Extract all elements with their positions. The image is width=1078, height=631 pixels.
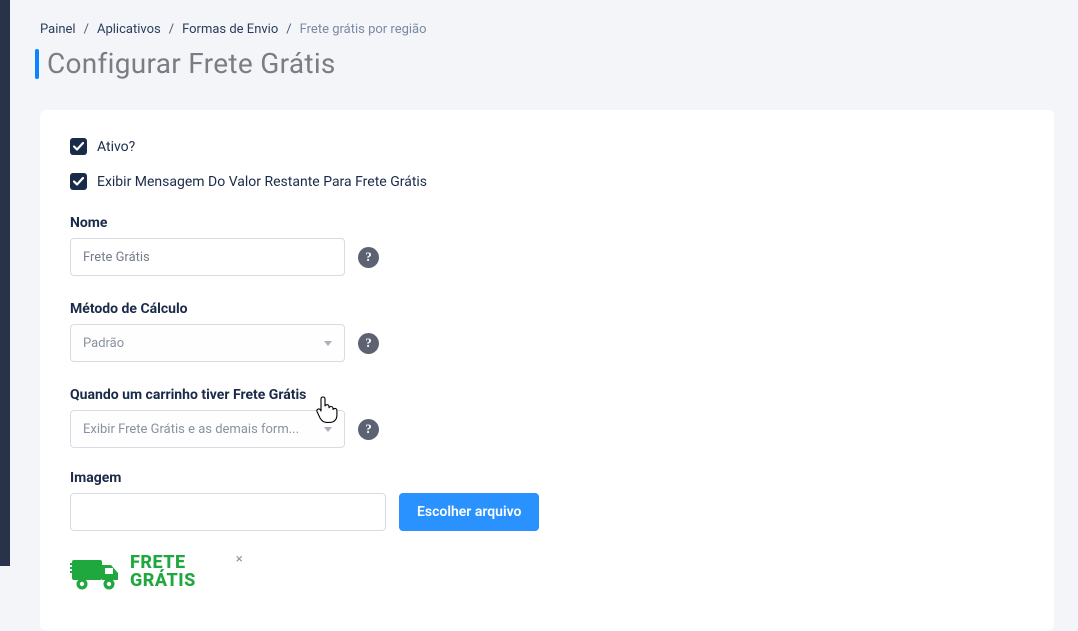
checkbox-active-label: Ativo? (97, 139, 135, 155)
when-cart-select[interactable]: Exibir Frete Grátis e as demais form... (70, 410, 345, 448)
image-label: Imagem (70, 470, 1024, 486)
method-select-value: Padrão (83, 336, 124, 351)
page-title-wrap: Configurar Frete Grátis (0, 47, 1078, 100)
sidebar-strip (0, 0, 10, 566)
when-cart-select-value: Exibir Frete Grátis e as demais form... (83, 422, 299, 437)
page-title-accent (35, 49, 39, 79)
name-label: Nome (70, 215, 1024, 231)
chevron-down-icon (324, 427, 332, 432)
page-title: Configurar Frete Grátis (47, 47, 336, 80)
checkbox-show-message[interactable] (70, 173, 87, 190)
image-input[interactable] (70, 493, 386, 531)
thumbnail-text: FRETE GRÁTIS (130, 554, 196, 590)
image-row: Escolher arquivo (70, 493, 1024, 531)
method-row: Padrão ? (70, 324, 1024, 362)
name-row: ? (70, 238, 1024, 276)
chevron-down-icon (324, 341, 332, 346)
name-input[interactable] (70, 238, 345, 276)
breadcrumb-item[interactable]: Formas de Envio (182, 22, 278, 37)
breadcrumb-item[interactable]: Aplicativos (97, 22, 161, 37)
breadcrumb: Painel / Aplicativos / Formas de Envio /… (0, 0, 1078, 47)
help-icon[interactable]: ? (358, 333, 379, 354)
checkbox-show-message-label: Exibir Mensagem Do Valor Restante Para F… (97, 174, 427, 190)
when-cart-row: Exibir Frete Grátis e as demais form... … (70, 410, 1024, 448)
method-select[interactable]: Padrão (70, 324, 345, 362)
checkbox-show-message-row: Exibir Mensagem Do Valor Restante Para F… (70, 173, 1024, 190)
breadcrumb-item-current: Frete grátis por região (300, 22, 427, 37)
help-icon[interactable]: ? (358, 247, 379, 268)
checkbox-active-row: Ativo? (70, 138, 1024, 155)
image-thumbnail-area: FRETE GRÁTIS × (70, 553, 1024, 591)
breadcrumb-separator: / (286, 22, 291, 37)
breadcrumb-separator: / (84, 22, 89, 37)
breadcrumb-item[interactable]: Painel (40, 22, 76, 37)
checkbox-active[interactable] (70, 138, 87, 155)
choose-file-button[interactable]: Escolher arquivo (399, 493, 539, 531)
image-thumbnail: FRETE GRÁTIS (70, 553, 196, 591)
when-cart-label: Quando um carrinho tiver Frete Grátis (70, 387, 1024, 403)
help-icon[interactable]: ? (358, 419, 379, 440)
method-label: Método de Cálculo (70, 301, 1024, 317)
truck-icon (70, 553, 122, 591)
config-card: Ativo? Exibir Mensagem Do Valor Restante… (40, 110, 1054, 631)
remove-image-button[interactable]: × (236, 553, 243, 566)
breadcrumb-separator: / (169, 22, 174, 37)
